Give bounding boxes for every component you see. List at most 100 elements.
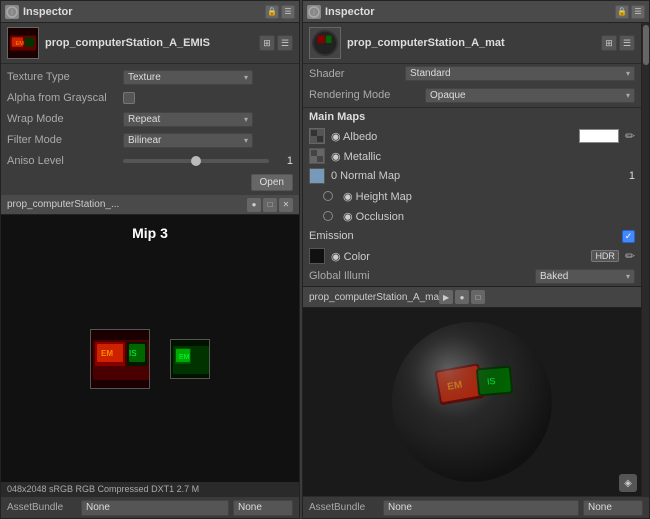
main-maps-header: Main Maps	[303, 108, 641, 126]
right-lock-btn[interactable]: 🔒	[615, 5, 629, 19]
color-picker-icon[interactable]: ✏	[625, 249, 635, 263]
left-preview-area: prop_computerStation_... ● □ ✕ Mip 3	[1, 195, 299, 496]
svg-text:EM: EM	[179, 354, 190, 361]
left-assetbundle-label: AssetBundle	[7, 502, 77, 513]
normal-map-value: 1	[615, 170, 635, 182]
right-scrollbar-thumb[interactable]	[643, 25, 649, 65]
unity-logo[interactable]: ◈	[619, 474, 637, 492]
right-assetbundle-label: AssetBundle	[309, 502, 379, 513]
left-menu-btn[interactable]: ☰	[281, 5, 295, 19]
left-ctrl-btn3[interactable]: ✕	[279, 198, 293, 212]
left-preview-controls: ● □ ✕	[247, 198, 293, 212]
filter-mode-dropdown[interactable]: Bilinear ▾	[123, 133, 253, 148]
texture-type-dropdown[interactable]: Texture ▾	[123, 70, 253, 85]
wrap-mode-arrow: ▾	[244, 115, 248, 124]
texture-type-arrow: ▾	[244, 73, 248, 82]
right-assetbundle-dropdown2[interactable]: None	[583, 500, 643, 516]
right-assetbundle-row: AssetBundle None None	[303, 496, 649, 518]
occlusion-circle	[323, 211, 333, 221]
filter-mode-arrow: ▾	[244, 136, 248, 145]
global-illum-dropdown[interactable]: Baked ▾	[535, 269, 635, 284]
aniso-value: 1	[273, 155, 293, 167]
filter-mode-label: Filter Mode	[7, 134, 117, 146]
sphere-container: EM IS	[382, 312, 562, 492]
rendering-mode-row: Rendering Mode Opaque ▾	[309, 86, 635, 104]
metallic-thumb[interactable]	[309, 148, 325, 164]
texture-type-label: Texture Type	[7, 71, 117, 83]
left-title-bar: i Inspector 🔒 ☰	[1, 1, 299, 23]
global-illum-label: Global Illumi	[309, 270, 529, 282]
wrap-mode-row: Wrap Mode Repeat ▾	[7, 110, 293, 128]
normal-map-thumb[interactable]	[309, 168, 325, 184]
left-title-buttons: 🔒 ☰	[265, 5, 295, 19]
shader-dropdown[interactable]: Standard ▾	[405, 66, 635, 81]
occlusion-label: ◉ Occlusion	[339, 210, 635, 223]
alpha-label: Alpha from Grayscal	[7, 92, 117, 104]
color-label: ◉ Color	[331, 250, 585, 263]
shader-label: Shader	[309, 68, 399, 80]
right-preview-title: prop_computerStation_A_ma	[309, 292, 439, 303]
albedo-label: ◉ Albedo	[331, 130, 573, 143]
left-asset-btn1[interactable]: ⊞	[259, 35, 275, 51]
global-illum-row: Global Illumi Baked ▾	[303, 266, 641, 286]
aniso-row: Aniso Level 1	[7, 152, 293, 170]
emission-checkbox[interactable]: ✓	[622, 230, 635, 243]
aniso-slider-track[interactable]	[123, 159, 269, 163]
right-asset-btn2[interactable]: ☰	[619, 35, 635, 51]
right-asset-btn1[interactable]: ⊞	[601, 35, 617, 51]
right-ctrl-btn2[interactable]: □	[471, 290, 485, 304]
right-assetbundle-dropdown1[interactable]: None	[383, 500, 579, 516]
left-asset-thumbnail: EM	[7, 27, 39, 59]
shader-row: Shader Standard ▾	[303, 64, 641, 83]
left-ctrl-btn2[interactable]: □	[263, 198, 277, 212]
color-thumb[interactable]	[309, 248, 325, 264]
aniso-slider-thumb[interactable]	[191, 156, 201, 166]
right-asset-thumbnail	[309, 27, 341, 59]
right-scrollbar[interactable]	[641, 23, 649, 496]
texture-thumb-small: EM	[170, 339, 210, 379]
left-asset-btn2[interactable]: ☰	[277, 35, 293, 51]
left-inspector-panel: i Inspector 🔒 ☰ EM prop_computerStation_…	[0, 0, 300, 519]
metallic-label: ◉ Metallic	[331, 150, 635, 163]
albedo-color-swatch[interactable]	[579, 129, 619, 143]
wrap-mode-label: Wrap Mode	[7, 113, 117, 125]
height-map-row: ◉ Height Map	[303, 186, 641, 206]
hdr-badge[interactable]: HDR	[591, 250, 619, 262]
open-btn-row: Open	[7, 173, 293, 191]
wrap-mode-dropdown[interactable]: Repeat ▾	[123, 112, 253, 127]
left-panel-icon: i	[5, 5, 19, 19]
texture-thumbnails: EM IS EM	[90, 329, 210, 389]
albedo-thumb[interactable]	[309, 128, 325, 144]
right-preview-controls: ▶ ● □	[439, 290, 485, 304]
left-asset-header: EM prop_computerStation_A_EMIS ⊞ ☰	[1, 23, 299, 64]
right-ctrl-btn1[interactable]: ●	[455, 290, 469, 304]
right-preview-titlebar: prop_computerStation_A_ma ▶ ● □	[303, 286, 641, 308]
texture-type-row: Texture Type Texture ▾	[7, 68, 293, 86]
right-inspector-inner: prop_computerStation_A_mat ⊞ ☰ Shader St…	[303, 23, 641, 496]
left-assetbundle-dropdown1[interactable]: None	[81, 500, 229, 516]
right-menu-btn[interactable]: ☰	[631, 5, 645, 19]
right-play-btn[interactable]: ▶	[439, 290, 453, 304]
rendering-mode-arrow: ▾	[626, 91, 630, 100]
open-button[interactable]: Open	[251, 174, 293, 191]
rendering-mode-label: Rendering Mode	[309, 89, 419, 101]
right-inspector-panel: i Inspector 🔒 ☰ prop_computerStation_A_m…	[302, 0, 650, 519]
filter-mode-row: Filter Mode Bilinear ▾	[7, 131, 293, 149]
albedo-row: ◉ Albedo ✏	[303, 126, 641, 146]
left-preview-title: prop_computerStation_...	[7, 199, 119, 210]
albedo-picker-icon[interactable]: ✏	[625, 129, 635, 143]
shader-dropdown-arrow: ▾	[626, 69, 630, 78]
emission-row: Emission ✓	[303, 226, 641, 246]
left-fields-area: Texture Type Texture ▾ Alpha from Graysc…	[1, 64, 299, 195]
mip-label: Mip 3	[132, 225, 168, 241]
svg-text:EM: EM	[16, 41, 25, 47]
alpha-checkbox[interactable]	[123, 92, 135, 104]
normal-map-label: 0 Normal Map	[331, 170, 609, 182]
rendering-section: Rendering Mode Opaque ▾	[303, 83, 641, 108]
rendering-mode-dropdown[interactable]: Opaque ▾	[425, 88, 635, 103]
left-lock-btn[interactable]: 🔒	[265, 5, 279, 19]
left-ctrl-btn1[interactable]: ●	[247, 198, 261, 212]
left-assetbundle-dropdown2[interactable]: None	[233, 500, 293, 516]
alpha-grayscale-row: Alpha from Grayscal	[7, 89, 293, 107]
left-preview-titlebar: prop_computerStation_... ● □ ✕	[1, 195, 299, 215]
